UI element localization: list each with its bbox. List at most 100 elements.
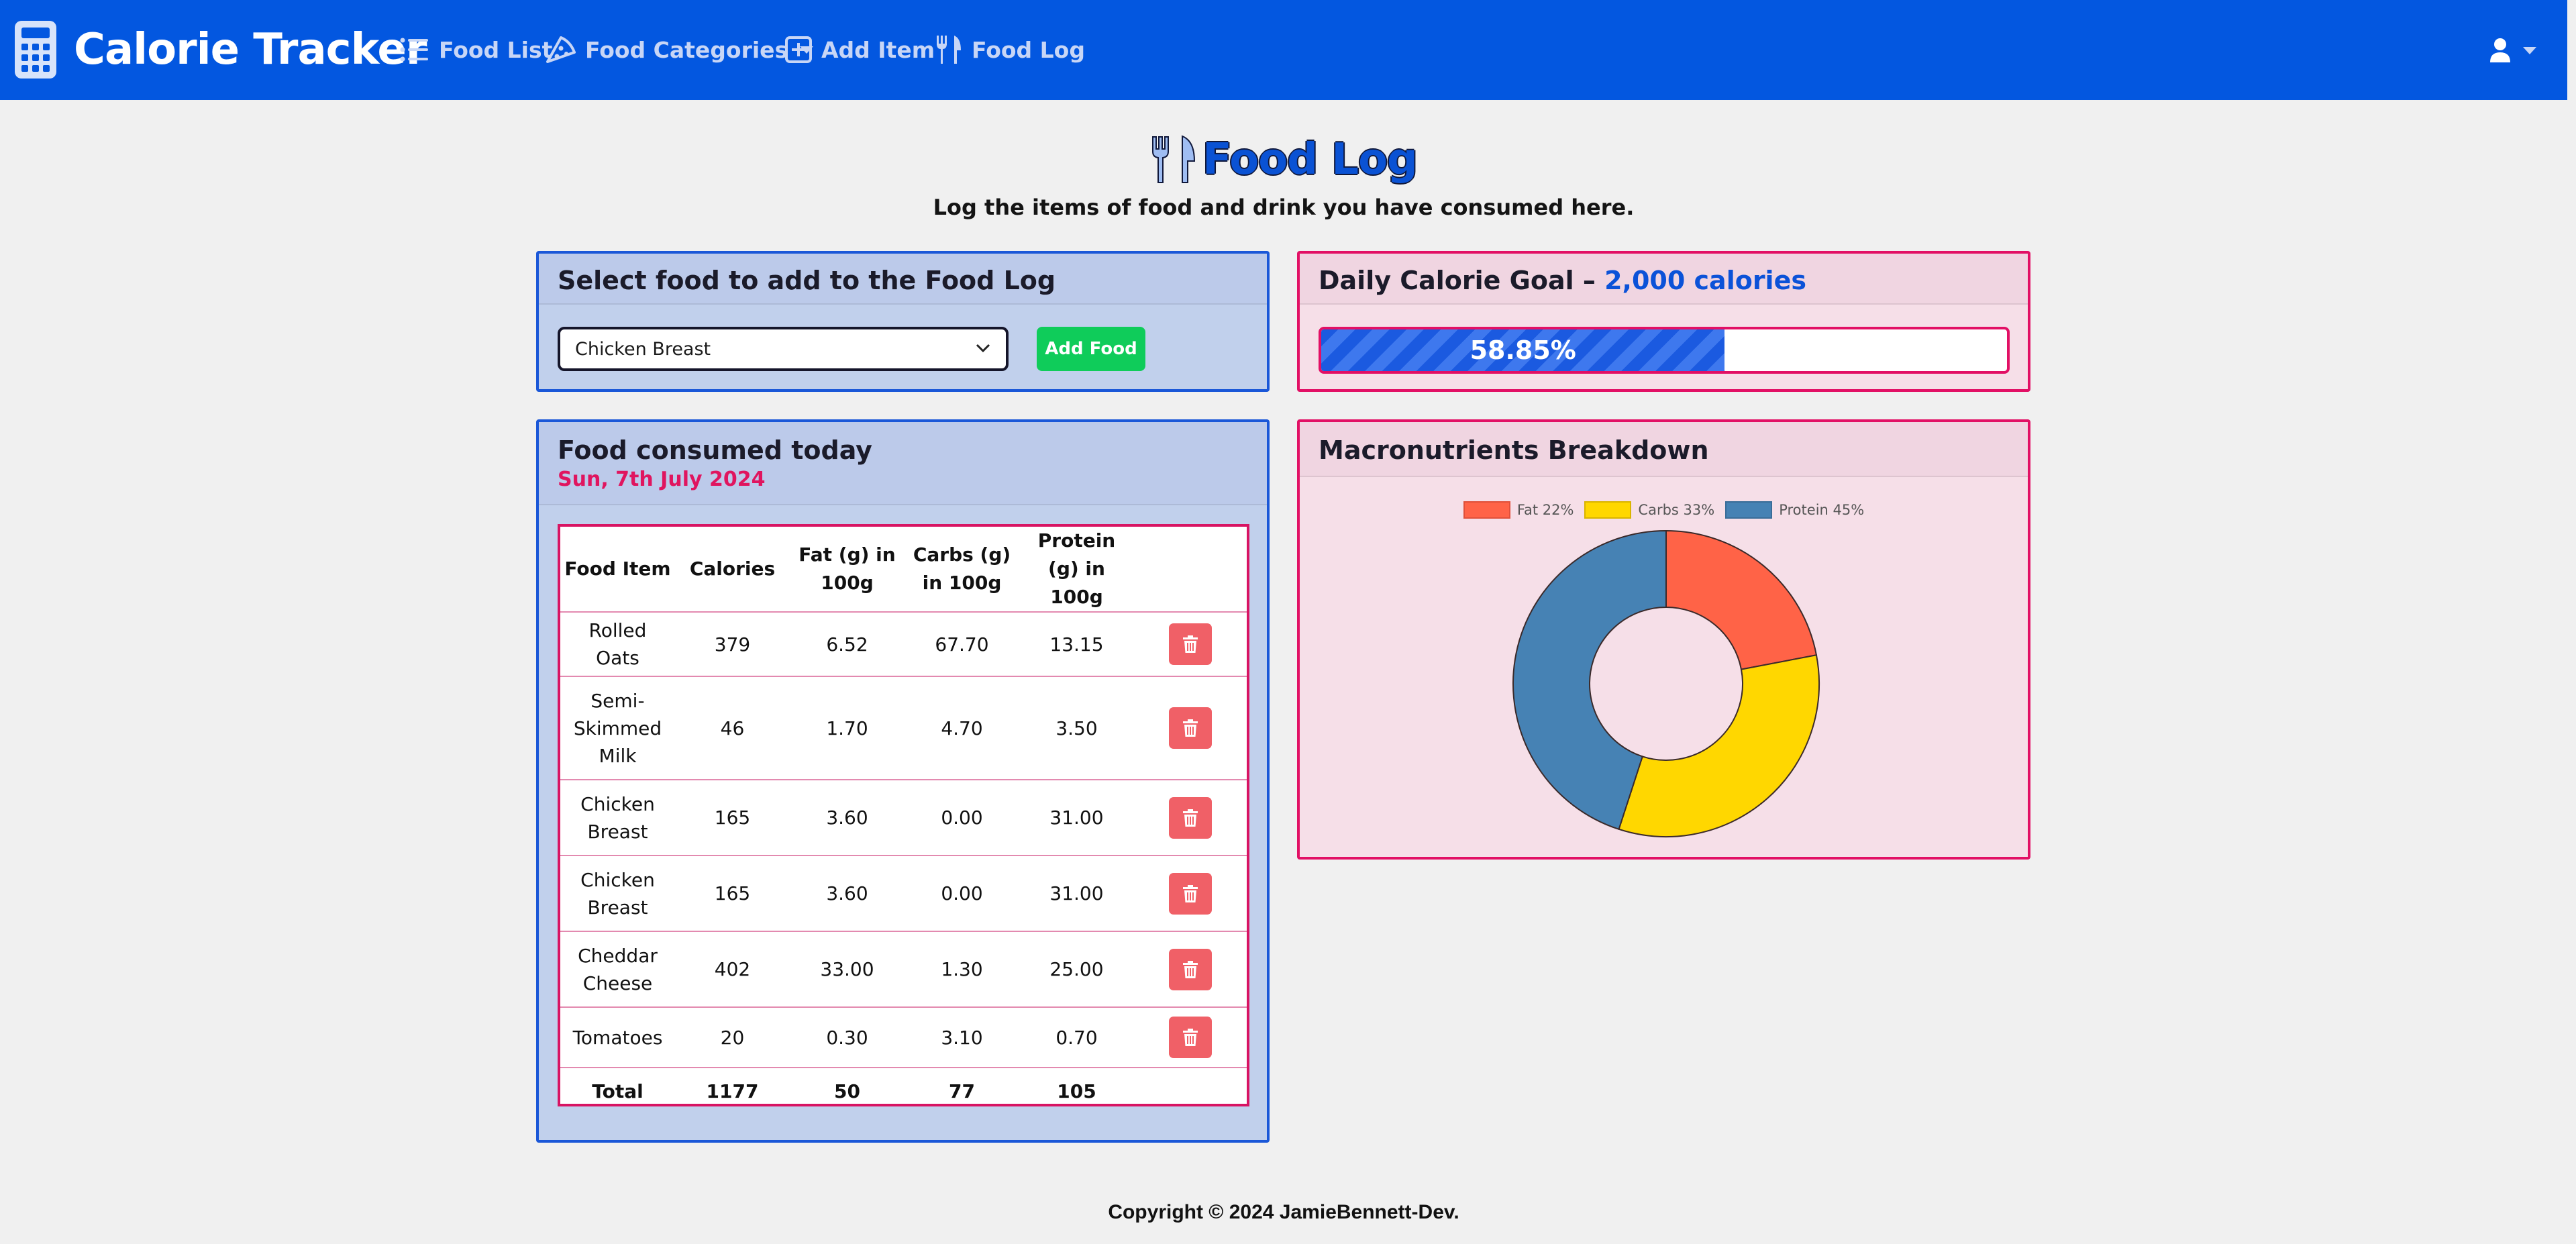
trash-icon: [1183, 719, 1198, 737]
cell-calories: 165: [675, 856, 790, 932]
cell-carbs: 67.70: [905, 612, 1019, 677]
delete-button[interactable]: [1169, 796, 1212, 839]
food-consumed-title: Food consumed today: [558, 435, 872, 465]
trash-icon: [1183, 884, 1198, 902]
list-icon: [400, 38, 428, 62]
legend-label: Fat 22%: [1516, 502, 1574, 518]
cell-calories: 379: [675, 612, 790, 677]
food-log-table-box: Food Item Calories Fat (g) in 100g Carbs…: [558, 524, 1249, 1106]
cell-item: Semi-Skimmed Milk: [560, 676, 675, 780]
cell-actions: [1134, 1007, 1247, 1068]
cell-actions: [1134, 612, 1247, 677]
legend-swatch: [1725, 501, 1773, 519]
food-select-value: Chicken Breast: [575, 338, 711, 360]
chevron-down-icon: [976, 344, 990, 353]
food-consumed-card-header: Food consumed today Sun, 7th July 2024: [539, 422, 1267, 505]
nav-food-list[interactable]: Food List: [400, 28, 552, 71]
page-title: Food Log: [0, 127, 2567, 192]
cell-item: Chicken Breast: [560, 780, 675, 856]
cell-item: Tomatoes: [560, 1007, 675, 1068]
cell-calories: 165: [675, 780, 790, 856]
calorie-progress-bar: 58.85%: [1319, 327, 2010, 374]
brand[interactable]: Calorie Tracker: [13, 17, 427, 82]
pizza-icon: [546, 36, 576, 63]
daily-goal-value: 2,000 calories: [1604, 266, 1806, 295]
cell-protein: 31.00: [1019, 856, 1134, 932]
legend-item-fat[interactable]: Fat 22%: [1463, 501, 1574, 519]
nav-food-categories[interactable]: Food Categories: [545, 28, 814, 71]
top-navbar: Calorie Tracker Food List Food Categorie…: [0, 0, 2576, 100]
legend-item-carbs[interactable]: Carbs 33%: [1584, 501, 1714, 519]
trash-icon: [1183, 635, 1198, 653]
delete-button[interactable]: [1169, 707, 1212, 749]
cell-item: Chicken Breast: [560, 856, 675, 932]
col-fat: Fat (g) in 100g: [790, 527, 905, 613]
select-food-card: Select food to add to the Food Log Chick…: [536, 251, 1270, 392]
cell-protein: 31.00: [1019, 780, 1134, 856]
delete-button[interactable]: [1169, 623, 1212, 665]
cell-fat: 0.30: [790, 1007, 905, 1068]
table-row: Chicken Breast 165 3.60 0.00 31.00: [560, 780, 1247, 856]
food-consumed-date: Sun, 7th July 2024: [558, 468, 766, 491]
cell-carbs: 1.30: [905, 931, 1019, 1008]
daily-goal-card-header: Daily Calorie Goal – 2,000 calories: [1300, 254, 2028, 305]
col-carbs: Carbs (g) in 100g: [905, 527, 1019, 613]
col-actions: [1134, 527, 1247, 613]
utensils-icon: [937, 36, 961, 64]
cell-carbs: 0.00: [905, 856, 1019, 932]
delete-button[interactable]: [1169, 1017, 1212, 1058]
daily-goal-card: Daily Calorie Goal – 2,000 calories 58.8…: [1297, 251, 2030, 392]
trash-icon: [1183, 960, 1198, 978]
user-menu[interactable]: [2489, 34, 2536, 67]
food-select[interactable]: Chicken Breast: [558, 327, 1009, 371]
cell-fat: 1.70: [790, 676, 905, 780]
macro-donut-chart: [1512, 529, 1820, 837]
col-calories: Calories: [675, 527, 790, 613]
chevron-down-icon: [2523, 46, 2536, 54]
calculator-icon: [15, 21, 56, 79]
page-subtitle: Log the items of food and drink you have…: [933, 195, 1635, 220]
cell-item: Cheddar Cheese: [560, 931, 675, 1008]
col-protein: Protein (g) in 100g: [1019, 527, 1134, 613]
legend-label: Carbs 33%: [1638, 502, 1715, 518]
table-row: Semi-Skimmed Milk 46 1.70 4.70 3.50: [560, 676, 1247, 780]
total-protein: 105: [1057, 1080, 1096, 1102]
col-food-item: Food Item: [560, 527, 675, 613]
slice-fat[interactable]: [1665, 529, 1818, 670]
cell-calories: 46: [675, 676, 790, 780]
calorie-progress-fill: 58.85%: [1321, 329, 1725, 371]
cell-protein: 13.15: [1019, 612, 1134, 677]
trash-icon: [1183, 1029, 1198, 1046]
nav-food-log-label: Food Log: [972, 36, 1085, 63]
total-calories: 1177: [706, 1080, 759, 1102]
cell-calories: 20: [675, 1007, 790, 1068]
select-food-title: Select food to add to the Food Log: [558, 266, 1056, 295]
legend-swatch: [1584, 501, 1632, 519]
total-label: Total: [592, 1080, 643, 1102]
slice-carbs[interactable]: [1618, 654, 1820, 837]
add-food-button[interactable]: Add Food: [1037, 327, 1145, 371]
cell-actions: [1134, 676, 1247, 780]
nav-add-item[interactable]: Add Item: [785, 28, 935, 71]
nav-food-log[interactable]: Food Log: [935, 28, 1085, 71]
daily-goal-title: Daily Calorie Goal – 2,000 calories: [1319, 266, 2028, 295]
trash-icon: [1183, 809, 1198, 827]
delete-button[interactable]: [1169, 948, 1212, 990]
food-consumed-card: Food consumed today Sun, 7th July 2024 F…: [536, 419, 1270, 1143]
legend-label: Protein 45%: [1779, 502, 1865, 518]
legend-item-protein[interactable]: Protein 45%: [1725, 501, 1864, 519]
cell-carbs: 0.00: [905, 780, 1019, 856]
page-heading: Food Log: [1202, 135, 1418, 185]
nav-add-item-label: Add Item: [821, 36, 935, 63]
scrollbar[interactable]: [2567, 0, 2576, 1244]
cell-fat: 33.00: [790, 931, 905, 1008]
cell-actions: [1134, 931, 1247, 1008]
daily-goal-label: Daily Calorie Goal –: [1319, 266, 1605, 295]
cell-carbs: 3.10: [905, 1007, 1019, 1068]
macronutrients-title: Macronutrients Breakdown: [1319, 435, 1709, 465]
delete-button[interactable]: [1169, 872, 1212, 915]
table-row: Cheddar Cheese 402 33.00 1.30 25.00: [560, 931, 1247, 1008]
cell-calories: 402: [675, 931, 790, 1008]
cell-fat: 6.52: [790, 612, 905, 677]
cell-item: Rolled Oats: [560, 612, 675, 677]
